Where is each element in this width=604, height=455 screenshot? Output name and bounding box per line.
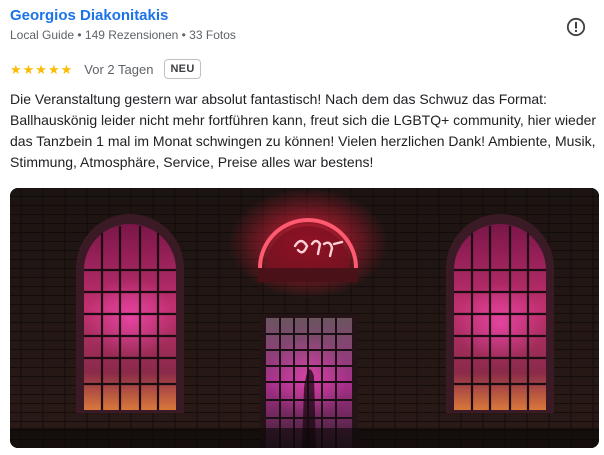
report-flag-icon [566,17,586,37]
neon-arch-sign [228,188,388,298]
reviewer-meta: Local Guide • 149 Rezensionen • 33 Fotos [10,28,236,42]
reviewer-name-link[interactable]: Georgios Diakonitakis [10,7,168,24]
review-text: Die Veranstaltung gestern war absolut fa… [10,91,597,170]
star-rating-icon: ★★★★★ [10,61,74,77]
rating-row: ★★★★★ Vor 2 Tagen NEU [10,57,201,81]
review-date: Vor 2 Tagen [84,61,154,77]
photo-venue-facade [10,188,599,448]
report-button[interactable] [565,16,587,38]
left-arched-window [76,214,184,413]
new-badge: NEU [164,59,201,79]
right-arched-window [446,214,554,413]
center-glass-door [260,314,358,448]
review-photo[interactable] [10,188,599,448]
